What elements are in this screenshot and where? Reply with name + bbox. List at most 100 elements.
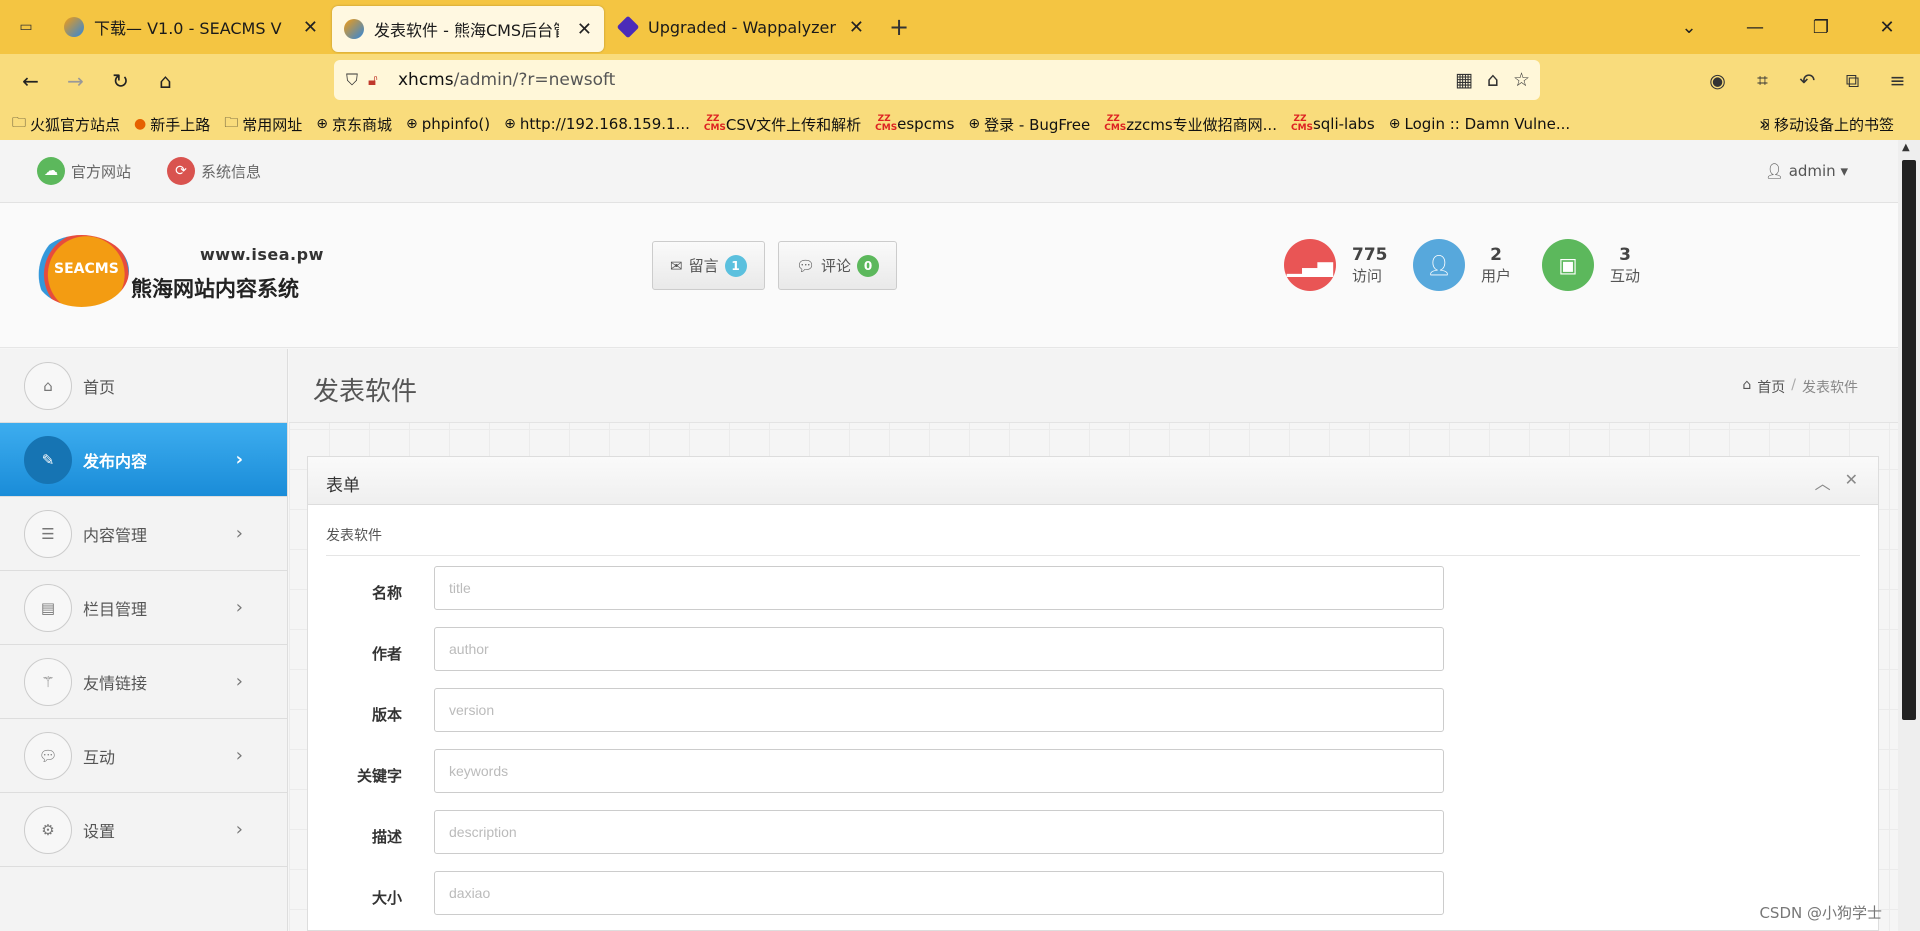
bookmark-item[interactable]: 🗀 火狐官方站点: [12, 112, 120, 136]
title-input[interactable]: [434, 566, 1444, 610]
arrow-right-icon: →: [67, 69, 84, 93]
breadcrumb: ⌂ 首页 / 发表软件: [1742, 377, 1858, 397]
stat-value: 775: [1352, 244, 1388, 265]
menu-icon[interactable]: ≡: [1875, 70, 1920, 92]
main-content: 发表软件 ⌂ 首页 / 发表软件 表单 ︿ ✕ 发表软件 名称 title 作者…: [289, 349, 1898, 931]
username: admin: [1788, 162, 1836, 180]
official-site-label: 官方网站: [71, 162, 132, 181]
sidebar-item-interaction[interactable]: 💬︎ 互动 ›: [0, 719, 287, 793]
home-icon: ⌂: [1742, 377, 1752, 393]
stat-users: 👤︎ 2 用户: [1413, 239, 1511, 291]
restore-icon[interactable]: ❐: [1788, 17, 1854, 38]
chevron-right-icon: ›: [235, 745, 243, 766]
account-icon[interactable]: ◉: [1695, 70, 1740, 92]
comments-button[interactable]: 💬︎ 评论 0: [778, 241, 898, 290]
browser-nav-bar: ← → ↻ ⌂ ⛉ 🔓︎ xhcms/admin/?r=newsoft ▦ ⌂ …: [0, 54, 1920, 108]
globe-icon: ⊕: [406, 116, 418, 132]
bookmark-item[interactable]: ⊕ phpinfo(): [406, 115, 490, 133]
field-label: 描述: [371, 828, 402, 846]
author-input[interactable]: [434, 627, 1444, 671]
bookmark-item[interactable]: ⊕ Login :: Damn Vulne...: [1389, 115, 1570, 133]
size-input[interactable]: [434, 871, 1444, 915]
bookmark-item[interactable]: ZZ CMS CSV文件上传和解析: [704, 114, 861, 135]
list-all-tabs-icon[interactable]: ⌄: [1656, 17, 1722, 38]
page-scrollbar[interactable]: ▲: [1898, 140, 1920, 931]
url-bar[interactable]: ⛉ 🔓︎ xhcms/admin/?r=newsoft ▦ ⌂ ☆: [334, 60, 1540, 100]
sidebar-item-content[interactable]: ☰ 内容管理 ›: [0, 497, 287, 571]
crop-icon[interactable]: ⌗: [1740, 70, 1785, 92]
close-tab-icon[interactable]: ✕: [577, 19, 592, 40]
page-title-bar: 发表软件 ⌂ 首页 / 发表软件: [289, 349, 1898, 423]
bookmark-item[interactable]: ● 新手上路: [134, 114, 210, 135]
close-window-icon[interactable]: ✕: [1854, 17, 1920, 38]
stat-label: 访问: [1352, 266, 1383, 285]
sidebar: ⌂ 首页 ✎ 发布内容 › ☰ 内容管理 › ▤ 栏目管理 › ⚚ 友情链接 ›…: [0, 349, 288, 931]
scrollbar-thumb[interactable]: [1902, 160, 1916, 720]
sidebar-item-columns[interactable]: ▤ 栏目管理 ›: [0, 571, 287, 645]
form-box-header: 表单 ︿ ✕: [308, 457, 1878, 505]
undo-icon[interactable]: ↶: [1785, 70, 1830, 92]
home-button[interactable]: ⌂: [143, 61, 188, 101]
field-label: 作者: [371, 645, 402, 663]
bookmark-item[interactable]: ZZ CMS sqli-labs: [1291, 115, 1375, 134]
version-input[interactable]: [434, 688, 1444, 732]
system-info-link[interactable]: ⟳ 系统信息: [167, 157, 261, 185]
browser-tab-1[interactable]: 下载— V1.0 - SEACMS V 1.0 ✕: [52, 4, 330, 50]
page-title: 发表软件: [313, 377, 418, 407]
breadcrumb-home-link[interactable]: 首页: [1757, 377, 1785, 397]
description-input[interactable]: [434, 810, 1444, 854]
browser-tab-2[interactable]: 发表软件 - 熊海CMS后台管理系 ✕: [332, 6, 604, 52]
user-menu[interactable]: 👤︎ admin ▾: [1765, 162, 1848, 180]
stat-label: 互动: [1610, 266, 1641, 285]
qr-code-icon[interactable]: ▦: [1455, 69, 1473, 91]
comments-icon: 💬︎: [24, 731, 72, 780]
official-site-link[interactable]: ☁ 官方网站: [37, 157, 131, 185]
bookmark-item[interactable]: ⊕ 登录 - BugFree: [968, 114, 1090, 135]
forward-button[interactable]: →: [53, 61, 98, 101]
url-host: xhcms: [398, 70, 454, 90]
field-label: 版本: [371, 706, 402, 724]
columns-icon: ▤: [24, 583, 72, 632]
minimize-icon[interactable]: —: [1722, 17, 1788, 38]
scroll-up-icon[interactable]: ▲: [1902, 142, 1910, 153]
system-info-label: 系统信息: [201, 162, 262, 181]
globe-icon: ⊕: [968, 116, 981, 132]
shield-icon[interactable]: ⛉: [346, 70, 368, 90]
tab-list-button[interactable]: ▭: [0, 0, 52, 54]
messages-label: 留言: [688, 257, 719, 275]
sidebar-item-settings[interactable]: ⚙ 设置 ›: [0, 793, 287, 867]
browser-tab-3[interactable]: Upgraded - Wappalyzer ✕: [606, 4, 876, 50]
sidebar-item-home[interactable]: ⌂ 首页: [0, 349, 287, 423]
sidebar-item-label: 设置: [83, 821, 116, 841]
close-icon[interactable]: ✕: [1845, 470, 1858, 494]
bookmark-label: http://192.168.159.1...: [519, 115, 690, 133]
home-extension-icon[interactable]: ⌂: [1487, 69, 1499, 91]
insecure-lock-icon[interactable]: 🔓︎: [368, 71, 398, 89]
logo-text: SEACMS: [54, 261, 119, 277]
keywords-input[interactable]: [434, 749, 1444, 793]
mobile-bookmarks[interactable]: ▯ 移动设备上的书签: [1762, 114, 1894, 135]
new-tab-button[interactable]: +: [876, 0, 922, 54]
sidebar-item-label: 互动: [83, 747, 116, 767]
bookmark-item[interactable]: 🗀 常用网址: [224, 112, 302, 136]
sidebar-item-links[interactable]: ⚚ 友情链接 ›: [0, 645, 287, 719]
bookmark-label: sqli-labs: [1312, 115, 1375, 133]
bookmark-item[interactable]: ZZ CMS zzcms专业做招商网...: [1104, 114, 1277, 135]
reload-button[interactable]: ↻: [98, 61, 143, 101]
bookmark-item[interactable]: ⊕ 京东商城: [316, 114, 392, 135]
bookmark-star-icon[interactable]: ☆: [1513, 69, 1530, 91]
back-button[interactable]: ←: [8, 61, 53, 101]
form-row-author: 作者: [308, 617, 1878, 678]
messages-button[interactable]: ✉ 留言 1: [652, 241, 765, 290]
form-box: 表单 ︿ ✕ 发表软件 名称 作者 版本 关键字: [307, 456, 1879, 931]
signal-icon: ▁▃▅: [1284, 239, 1336, 291]
bookmark-item[interactable]: ⊕ http://192.168.159.1...: [504, 115, 690, 133]
extensions-icon[interactable]: ⧉: [1830, 70, 1875, 92]
bookmark-item[interactable]: ZZ CMS espcms: [875, 115, 954, 134]
chevron-up-icon[interactable]: ︿: [1815, 470, 1831, 494]
seacms-logo[interactable]: SEACMS: [34, 235, 129, 307]
close-tab-icon[interactable]: ✕: [303, 17, 318, 38]
zzcms-icon: ZZ CMS: [1104, 114, 1127, 133]
close-tab-icon[interactable]: ✕: [849, 17, 864, 38]
sidebar-item-publish[interactable]: ✎ 发布内容 ›: [0, 423, 287, 497]
